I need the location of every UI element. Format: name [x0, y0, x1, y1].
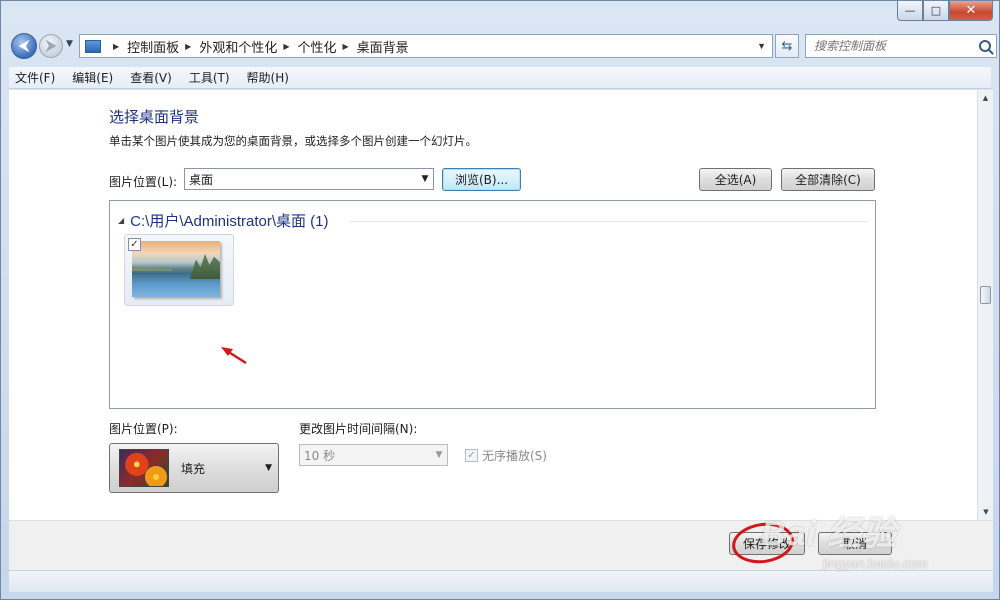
picture-position-label: 图片位置(P): — [109, 422, 178, 436]
address-history-dropdown-icon[interactable]: ▼ — [757, 41, 766, 51]
gallery-group-title: C:\用户\Administrator\桌面 (1) — [130, 213, 329, 230]
search-input[interactable] — [814, 39, 974, 53]
breadcrumb-personalization[interactable]: 个性化 ▶ — [298, 37, 357, 56]
breadcrumb-separator-icon[interactable]: ▶ — [343, 42, 349, 51]
group-divider — [350, 221, 868, 222]
clear-all-button[interactable]: 全部清除(C) — [781, 168, 875, 191]
refresh-button[interactable]: ⇆ — [775, 34, 799, 58]
menu-bar: 文件(F) 编辑(E) 查看(V) 工具(T) 帮助(H) — [9, 67, 991, 89]
main-content: 选择桌面背景 单击某个图片使其成为您的桌面背景，或选择多个图片创建一个幻灯片。 … — [9, 90, 977, 520]
breadcrumb-desktop-background[interactable]: 桌面背景 — [357, 37, 409, 56]
select-all-button[interactable]: 全选(A) — [699, 168, 772, 191]
address-bar[interactable]: ▶ 控制面板 ▶ 外观和个性化 ▶ 个性化 ▶ 桌面背景 ▼ — [79, 34, 773, 58]
page-description: 单击某个图片使其成为您的桌面背景，或选择多个图片创建一个幻灯片。 — [109, 134, 477, 148]
minimize-button[interactable]: — — [897, 1, 923, 21]
close-button[interactable]: ✕ — [949, 1, 993, 21]
page-title: 选择桌面背景 — [109, 108, 200, 126]
breadcrumb-control-panel[interactable]: 控制面板 ▶ — [127, 37, 199, 56]
refresh-icon: ⇆ — [781, 38, 793, 54]
arrow-left-icon: ⮜ — [19, 38, 29, 54]
menu-file[interactable]: 文件(F) — [15, 69, 55, 86]
scroll-down-icon[interactable]: ▼ — [978, 504, 994, 520]
browse-button[interactable]: 浏览(B)... — [442, 168, 521, 191]
collapse-triangle-icon[interactable]: ◢ — [118, 216, 124, 225]
picture-location-label: 图片位置(L): — [109, 175, 178, 189]
breadcrumb-separator-icon[interactable]: ▶ — [185, 42, 191, 51]
dropdown-arrow-icon: ▼ — [435, 450, 443, 460]
shuffle-label: 无序播放(S) — [482, 449, 547, 463]
dialog-footer: 保存修改 取消 — [9, 520, 993, 570]
interval-value: 10 秒 — [304, 448, 336, 463]
forward-button[interactable]: ⮞ — [39, 34, 63, 58]
thumbnail-checkbox[interactable]: ✓ — [128, 238, 141, 251]
flower-preview-image — [119, 449, 169, 487]
vertical-scrollbar[interactable]: ▲ ▼ — [977, 90, 993, 520]
shuffle-checkbox[interactable]: ✓ 无序播放(S) — [465, 447, 547, 464]
control-panel-window: — □ ✕ ⮜ ⮞ ▼ ▶ 控制面板 ▶ 外观和个性化 ▶ 个性化 ▶ 桌面背景 ▼ … — [0, 0, 1000, 600]
search-icon[interactable] — [979, 40, 991, 52]
breadcrumb-appearance[interactable]: 外观和个性化 ▶ — [199, 37, 297, 56]
menu-view[interactable]: 查看(V) — [130, 69, 172, 86]
lake-landscape-image — [132, 241, 220, 297]
red-pointer-arrow-icon — [221, 347, 247, 365]
scrollbar-thumb[interactable] — [980, 286, 991, 304]
picture-location-select[interactable]: 桌面 ▼ — [184, 168, 434, 190]
picture-thumbnail[interactable]: ✓ — [124, 234, 234, 306]
dropdown-arrow-icon: ▼ — [265, 463, 272, 473]
arrow-right-icon: ⮞ — [45, 38, 57, 54]
picture-location-value: 桌面 — [189, 172, 214, 187]
checkmark-icon: ✓ — [465, 449, 478, 462]
back-button[interactable]: ⮜ — [11, 33, 37, 59]
breadcrumb-separator-icon[interactable]: ▶ — [113, 42, 119, 51]
control-panel-icon — [85, 39, 101, 53]
picture-position-select[interactable]: 填充 ▼ — [109, 443, 279, 493]
navigation-bar: ⮜ ⮞ ▼ ▶ 控制面板 ▶ 外观和个性化 ▶ 个性化 ▶ 桌面背景 ▼ ⇆ — [9, 31, 997, 63]
scroll-up-icon[interactable]: ▲ — [978, 90, 993, 106]
interval-select[interactable]: 10 秒 ▼ — [299, 444, 448, 466]
search-box[interactable] — [805, 34, 997, 58]
save-changes-button[interactable]: 保存修改 — [729, 532, 805, 555]
picture-gallery: ◢ C:\用户\Administrator\桌面 (1) ✓ — [109, 200, 876, 409]
status-bar — [9, 570, 993, 592]
cancel-button[interactable]: 取消 — [818, 532, 892, 555]
maximize-button[interactable]: □ — [923, 1, 949, 21]
gallery-group-header[interactable]: ◢ C:\用户\Administrator\桌面 (1) — [118, 210, 329, 231]
caption-buttons: — □ ✕ — [897, 1, 993, 21]
menu-tools[interactable]: 工具(T) — [189, 69, 230, 86]
menu-edit[interactable]: 编辑(E) — [72, 69, 113, 86]
interval-label: 更改图片时间间隔(N): — [299, 422, 418, 436]
menu-help[interactable]: 帮助(H) — [247, 69, 289, 86]
breadcrumb-separator-icon[interactable]: ▶ — [283, 42, 289, 51]
dropdown-arrow-icon: ▼ — [421, 174, 429, 184]
recent-pages-dropdown[interactable]: ▼ — [66, 39, 73, 49]
picture-position-value: 填充 — [181, 461, 206, 476]
